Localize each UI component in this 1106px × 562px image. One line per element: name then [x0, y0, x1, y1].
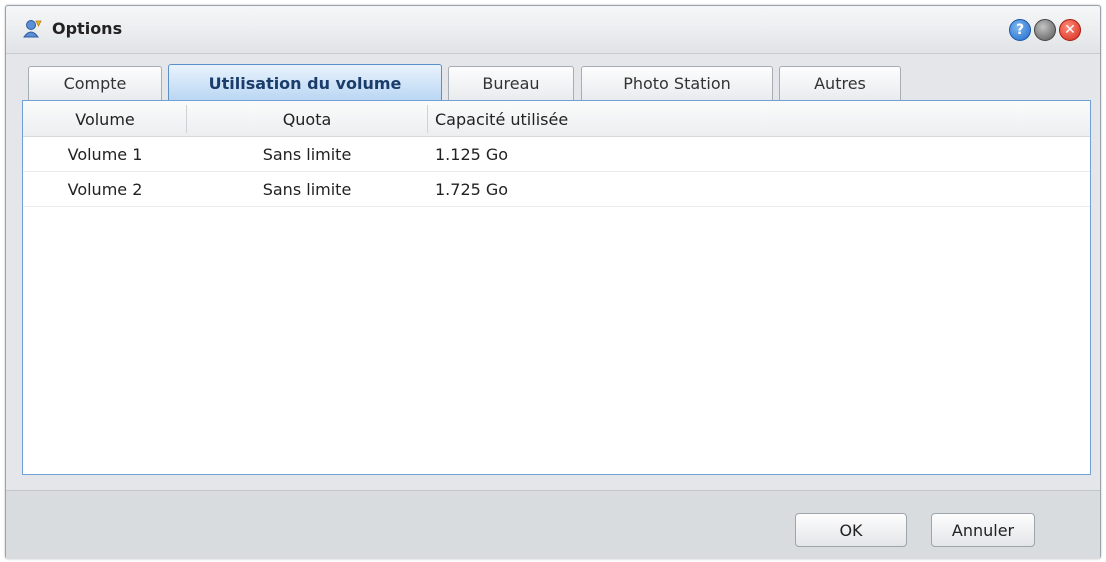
tab-compte[interactable]: Compte — [28, 66, 162, 100]
cell-capacity: 1.125 Go — [435, 144, 509, 164]
column-divider[interactable] — [427, 105, 428, 133]
grid-header: Volume Quota Capacité utilisée — [23, 101, 1090, 137]
tab-bureau[interactable]: Bureau — [448, 66, 574, 100]
tab-autres[interactable]: Autres — [779, 66, 901, 100]
options-dialog: Options ? ✕ Compte Utilisation du volume… — [5, 5, 1101, 559]
cell-capacity: 1.725 Go — [435, 179, 509, 199]
volume-usage-grid: Volume Quota Capacité utilisée Volume 1 … — [22, 100, 1091, 475]
user-settings-icon — [22, 18, 44, 40]
cell-quota: Sans limite — [262, 144, 352, 164]
cancel-button[interactable]: Annuler — [931, 513, 1035, 547]
column-header-capacite-utilisee[interactable]: Capacité utilisée — [435, 101, 1075, 137]
cell-volume: Volume 2 — [67, 179, 143, 199]
ok-button[interactable]: OK — [795, 513, 907, 547]
column-header-quota[interactable]: Quota — [187, 101, 427, 137]
dialog-footer: OK Annuler — [6, 490, 1100, 559]
table-row[interactable]: Volume 1 Sans limite 1.125 Go — [23, 137, 1090, 172]
column-header-volume[interactable]: Volume — [23, 101, 187, 137]
table-row[interactable]: Volume 2 Sans limite 1.725 Go — [23, 172, 1090, 207]
close-icon[interactable]: ✕ — [1059, 19, 1081, 41]
tab-utilisation-du-volume[interactable]: Utilisation du volume — [168, 64, 442, 101]
minimize-icon[interactable] — [1034, 19, 1056, 41]
window-title: Options — [52, 19, 123, 38]
help-icon[interactable]: ? — [1009, 19, 1031, 41]
cell-quota: Sans limite — [262, 179, 352, 199]
cell-volume: Volume 1 — [67, 144, 143, 164]
tab-photo-station[interactable]: Photo Station — [581, 66, 773, 100]
title-bar[interactable]: Options ? ✕ — [6, 6, 1100, 54]
tab-strip: Compte Utilisation du volume Bureau Phot… — [6, 54, 1100, 101]
